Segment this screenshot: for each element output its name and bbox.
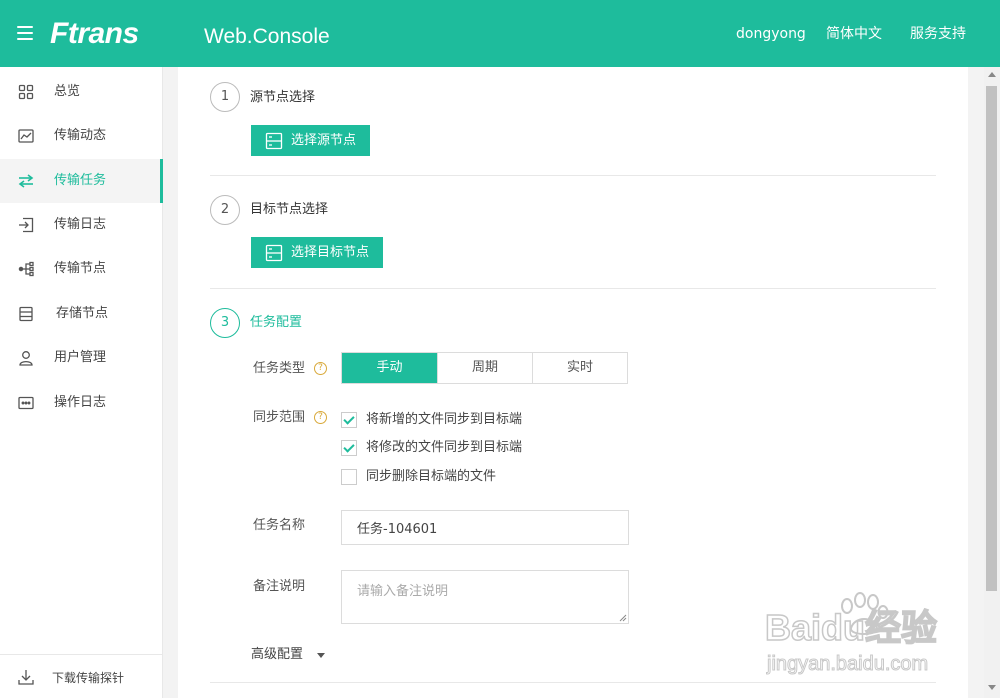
- app-logo: Ftrans: [50, 17, 139, 50]
- operation-log-icon: [18, 396, 34, 410]
- transfer-arrows-icon: [18, 174, 34, 188]
- step-3-number: 3: [210, 308, 240, 338]
- sidebar-item-label: 传输任务: [54, 173, 107, 188]
- server-icon: [265, 244, 283, 262]
- sidebar-item-user-management[interactable]: 用户管理: [0, 336, 163, 380]
- sidebar-item-label: 用户管理: [54, 350, 107, 365]
- advanced-config-toggle[interactable]: 高级配置: [251, 647, 303, 663]
- task-wizard-card: 1 源节点选择 选择源节点 2 目标节点选择 选择目标节点 3 任务配置 任务类…: [178, 67, 968, 698]
- step-2-title: 目标节点选择: [250, 202, 329, 217]
- sidebar-item-storage-nodes[interactable]: 存储节点: [0, 292, 163, 336]
- help-icon[interactable]: ?: [314, 411, 327, 424]
- sidebar-item-label: 总览: [54, 84, 81, 99]
- select-target-node-label: 选择目标节点: [291, 245, 370, 260]
- sidebar-item-overview[interactable]: 总览: [0, 70, 163, 114]
- caret-down-icon[interactable]: [317, 653, 325, 658]
- scrollbar-thumb[interactable]: [986, 86, 997, 591]
- checkbox-checked[interactable]: [341, 412, 357, 428]
- server-icon: [265, 132, 283, 150]
- task-type-manual[interactable]: 手动: [342, 353, 437, 383]
- grid-icon: [18, 84, 34, 100]
- checkbox-checked[interactable]: [341, 440, 357, 456]
- sidebar-item-label: 传输日志: [54, 217, 107, 232]
- sidebar: 总览 传输动态 传输任务 传输日志 传输节点 存储节点 用户管理 操作日志 下载…: [0, 67, 163, 698]
- checkbox-label: 将新增的文件同步到目标端: [366, 412, 523, 427]
- user-icon: [19, 351, 33, 366]
- chart-icon: [18, 129, 34, 143]
- divider: [210, 288, 936, 289]
- divider: [210, 682, 936, 683]
- divider: [210, 175, 936, 176]
- checkbox-label: 将修改的文件同步到目标端: [366, 440, 523, 455]
- sync-scope-label: 同步范围: [253, 410, 306, 425]
- download-probe-label: 下载传输探针: [52, 671, 125, 685]
- task-type-selector: 手动 周期 实时: [341, 352, 628, 384]
- select-target-node-button[interactable]: 选择目标节点: [251, 237, 384, 268]
- sidebar-item-label: 传输节点: [54, 261, 107, 276]
- log-in-icon: [19, 217, 34, 233]
- node-tree-icon: [18, 261, 34, 277]
- sidebar-item-transfer-status[interactable]: 传输动态: [0, 114, 163, 158]
- step-3-title: 任务配置: [250, 315, 303, 330]
- select-source-node-label: 选择源节点: [291, 133, 357, 148]
- sidebar-item-label: 存储节点: [56, 306, 109, 321]
- top-header: Ftrans Web.Console dongyong 简体中文 服务支持: [0, 0, 1000, 67]
- task-type-label: 任务类型: [253, 361, 306, 376]
- scroll-up-arrow-icon[interactable]: [988, 72, 996, 77]
- user-menu[interactable]: dongyong: [736, 26, 806, 42]
- sidebar-item-transfer-tasks[interactable]: 传输任务: [0, 159, 163, 203]
- help-icon[interactable]: ?: [314, 362, 327, 375]
- checkbox-label: 同步删除目标端的文件: [366, 469, 497, 484]
- download-icon: [18, 670, 34, 685]
- language-switch[interactable]: 简体中文: [826, 26, 882, 42]
- step-1-number: 1: [210, 82, 240, 112]
- task-name-input[interactable]: [341, 510, 629, 545]
- task-type-periodic[interactable]: 周期: [437, 353, 532, 383]
- resize-grip-icon[interactable]: [619, 614, 627, 622]
- support-link[interactable]: 服务支持: [910, 26, 966, 42]
- storage-icon: [19, 306, 33, 322]
- task-type-realtime[interactable]: 实时: [532, 353, 627, 383]
- app-subtitle: Web.Console: [204, 25, 330, 48]
- sidebar-item-transfer-nodes[interactable]: 传输节点: [0, 247, 163, 291]
- step-2-number: 2: [210, 195, 240, 225]
- scroll-down-arrow-icon[interactable]: [988, 685, 996, 690]
- remark-label: 备注说明: [253, 579, 306, 594]
- select-source-node-button[interactable]: 选择源节点: [251, 125, 371, 156]
- remark-textarea[interactable]: [341, 570, 629, 624]
- hamburger-menu-icon[interactable]: [17, 26, 33, 40]
- sidebar-item-label: 传输动态: [54, 128, 107, 143]
- task-name-label: 任务名称: [253, 518, 306, 533]
- sidebar-item-operation-logs[interactable]: 操作日志: [0, 381, 163, 425]
- step-1-title: 源节点选择: [250, 90, 316, 105]
- sidebar-item-transfer-logs[interactable]: 传输日志: [0, 203, 163, 247]
- sidebar-item-label: 操作日志: [54, 395, 107, 410]
- download-probe-button[interactable]: 下载传输探针: [0, 654, 163, 698]
- checkbox-unchecked[interactable]: [341, 469, 357, 485]
